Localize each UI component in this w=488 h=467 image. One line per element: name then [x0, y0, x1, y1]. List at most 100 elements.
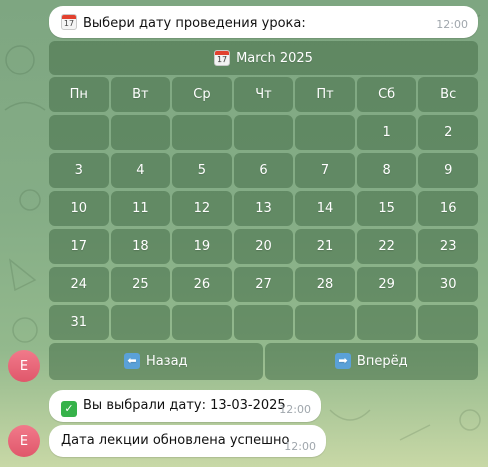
empty-day-cell [295, 115, 355, 150]
weekday-label: Пн [49, 77, 109, 112]
empty-day-cell [172, 115, 232, 150]
day-button-24[interactable]: 24 [49, 267, 109, 302]
selection-message-text: Вы выбрали дату: 13-03-2025 [83, 398, 286, 413]
day-button-2[interactable]: 2 [418, 115, 478, 150]
day-number: 29 [378, 276, 395, 292]
day-button-18[interactable]: 18 [110, 229, 171, 264]
weekday-text: Вт [132, 86, 149, 102]
empty-day-cell [172, 305, 232, 340]
day-button-23[interactable]: 23 [418, 229, 478, 264]
back-button-label: Назад [145, 353, 188, 369]
day-number: 4 [136, 162, 145, 178]
day-number: 15 [378, 200, 395, 216]
day-button-22[interactable]: 22 [356, 229, 417, 264]
day-number: 28 [316, 276, 334, 292]
weekday-label: Пт [295, 77, 355, 112]
day-button-21[interactable]: 21 [295, 229, 355, 264]
day-button-14[interactable]: 14 [295, 191, 355, 226]
day-button-11[interactable]: 11 [110, 191, 171, 226]
empty-day-cell [295, 305, 355, 340]
day-button-12[interactable]: 12 [172, 191, 232, 226]
day-number: 3 [74, 162, 83, 178]
day-number: 17 [70, 238, 88, 254]
back-button[interactable]: ⬅ Назад [49, 343, 263, 380]
day-button-30[interactable]: 30 [418, 267, 478, 302]
empty-day-cell [233, 115, 294, 150]
check-mark-icon: ✓ [61, 401, 77, 417]
empty-day-cell [110, 115, 171, 150]
weekday-text: Пн [69, 86, 88, 102]
day-number: 25 [132, 276, 149, 292]
day-button-29[interactable]: 29 [356, 267, 417, 302]
left-arrow-icon: ⬅ [123, 353, 140, 370]
day-number: 18 [132, 238, 149, 254]
day-button-31[interactable]: 31 [49, 305, 109, 340]
weekday-label: Сб [356, 77, 417, 112]
day-button-3[interactable]: 3 [49, 153, 109, 188]
forward-button[interactable]: ➡ Вперёд [264, 343, 478, 380]
day-button-5[interactable]: 5 [172, 153, 232, 188]
weekday-label: Ср [172, 77, 232, 112]
avatar: E [8, 425, 40, 457]
empty-day-cell [418, 305, 478, 340]
weekday-label: Вс [418, 77, 478, 112]
weekday-text: Ср [193, 86, 211, 102]
day-number: 26 [193, 276, 211, 292]
day-number: 20 [255, 238, 272, 254]
day-number: 6 [259, 162, 268, 178]
day-number: 9 [444, 162, 453, 178]
day-button-17[interactable]: 17 [49, 229, 109, 264]
day-button-13[interactable]: 13 [233, 191, 294, 226]
day-button-28[interactable]: 28 [295, 267, 355, 302]
day-number: 19 [193, 238, 211, 254]
weekday-text: Сб [378, 86, 396, 102]
day-number: 2 [444, 124, 453, 140]
day-number: 22 [378, 238, 395, 254]
day-number: 8 [382, 162, 391, 178]
day-button-26[interactable]: 26 [172, 267, 232, 302]
day-button-9[interactable]: 9 [418, 153, 478, 188]
day-button-8[interactable]: 8 [356, 153, 417, 188]
day-button-27[interactable]: 27 [233, 267, 294, 302]
weekday-label: Чт [233, 77, 294, 112]
day-button-25[interactable]: 25 [110, 267, 171, 302]
right-arrow-icon: ➡ [334, 353, 351, 370]
prompt-message-bubble: 17 Выбери дату проведения урока: 12:00 [49, 6, 478, 38]
forward-button-label: Вперёд [356, 353, 408, 369]
day-number: 10 [70, 200, 88, 216]
day-number: 14 [316, 200, 334, 216]
day-button-20[interactable]: 20 [233, 229, 294, 264]
message-timestamp: 12:00 [284, 440, 316, 453]
month-title: March 2025 [236, 50, 313, 66]
month-header-button[interactable]: 17 March 2025 [49, 41, 478, 75]
calendar-icon: 17 [61, 14, 77, 30]
weekday-text: Пт [316, 86, 334, 102]
day-button-1[interactable]: 1 [356, 115, 417, 150]
message-timestamp: 12:00 [279, 403, 311, 416]
day-button-19[interactable]: 19 [172, 229, 232, 264]
empty-day-cell [233, 305, 294, 340]
day-button-6[interactable]: 6 [233, 153, 294, 188]
day-number: 21 [316, 238, 334, 254]
day-button-7[interactable]: 7 [295, 153, 355, 188]
day-button-10[interactable]: 10 [49, 191, 109, 226]
weekday-text: Чт [255, 86, 272, 102]
day-number: 16 [439, 200, 457, 216]
day-number: 11 [132, 200, 149, 216]
day-number: 23 [439, 238, 457, 254]
weekday-label: Вт [110, 77, 171, 112]
selection-message-bubble: ✓ Вы выбрали дату: 13-03-2025 12:00 [49, 390, 321, 422]
day-button-4[interactable]: 4 [110, 153, 171, 188]
prompt-message-text: Выбери дату проведения урока: [83, 16, 306, 31]
day-button-15[interactable]: 15 [356, 191, 417, 226]
day-number: 31 [70, 314, 88, 330]
day-number: 30 [439, 276, 457, 292]
empty-day-cell [110, 305, 171, 340]
day-number: 27 [255, 276, 272, 292]
weekday-text: Вс [440, 86, 457, 102]
day-number: 7 [320, 162, 330, 178]
message-timestamp: 12:00 [436, 18, 468, 31]
calendar-icon: 17 [214, 50, 231, 66]
day-button-16[interactable]: 16 [418, 191, 478, 226]
day-number: 12 [193, 200, 211, 216]
